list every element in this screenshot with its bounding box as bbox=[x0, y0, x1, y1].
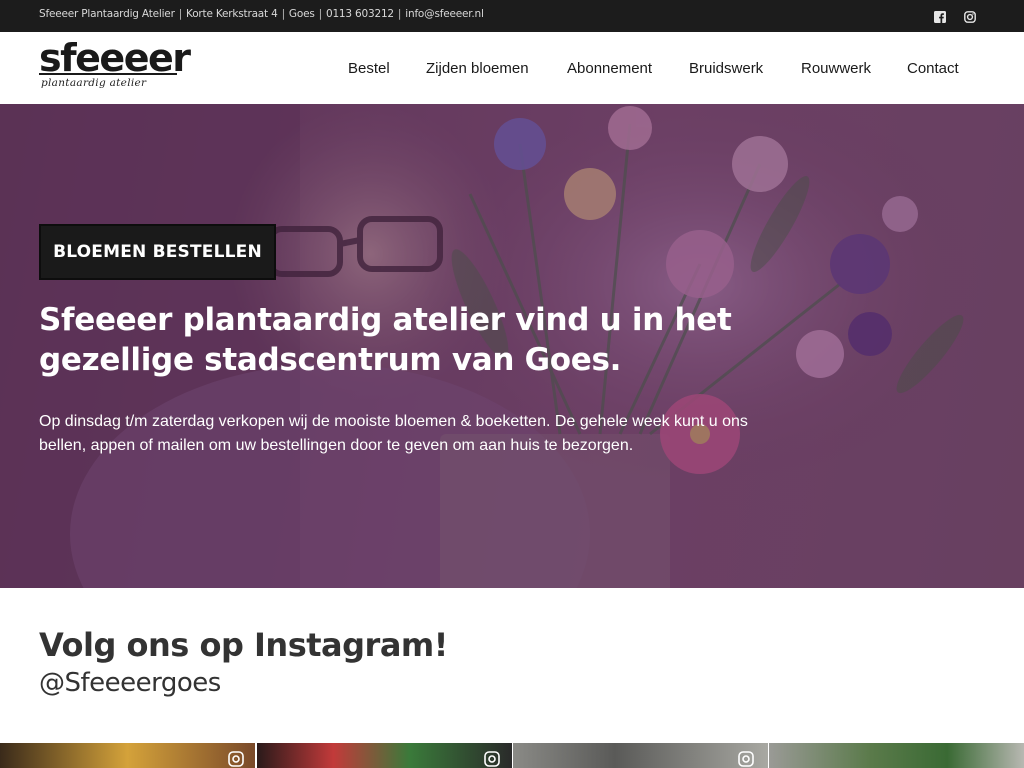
company-name: Sfeeeer Plantaardig Atelier bbox=[39, 8, 175, 20]
city: Goes bbox=[288, 8, 315, 20]
email-link[interactable]: info@sfeeeer.nl bbox=[405, 8, 484, 20]
instagram-icon bbox=[484, 751, 500, 767]
instagram-feed bbox=[0, 743, 1024, 768]
site-header: sfeeeer plantaardig atelier Bestel Zijde… bbox=[0, 32, 1024, 104]
hero-section: BLOEMEN BESTELLEN Sfeeeer plantaardig at… bbox=[0, 104, 1024, 588]
instagram-handle[interactable]: @Sfeeeergoes bbox=[39, 668, 221, 698]
main-nav: Bestel Zijden bloemen Abonnement Bruidsw… bbox=[0, 60, 1024, 80]
nav-item-rouwwerk[interactable]: Rouwwerk bbox=[801, 60, 871, 77]
nav-item-bestel[interactable]: Bestel bbox=[348, 60, 390, 77]
hero-title: Sfeeeer plantaardig atelier vind u in he… bbox=[39, 302, 732, 378]
instagram-icon[interactable] bbox=[964, 10, 976, 23]
instagram-title: Volg ons op Instagram! bbox=[39, 626, 448, 664]
nav-item-zijden-bloemen[interactable]: Zijden bloemen bbox=[426, 60, 529, 77]
instagram-post[interactable] bbox=[513, 743, 768, 768]
contact-info: Sfeeeer Plantaardig Atelier | Korte Kerkst… bbox=[39, 8, 484, 20]
top-bar: Sfeeeer Plantaardig Atelier | Korte Kerkst… bbox=[0, 0, 1024, 32]
instagram-icon bbox=[738, 751, 754, 767]
phone-link[interactable]: 0113 603212 bbox=[326, 8, 394, 20]
nav-item-bruidswerk[interactable]: Bruidswerk bbox=[689, 60, 763, 77]
instagram-post[interactable] bbox=[0, 743, 255, 768]
instagram-post[interactable] bbox=[257, 743, 512, 768]
facebook-icon[interactable] bbox=[934, 10, 946, 23]
nav-item-contact[interactable]: Contact bbox=[907, 60, 959, 77]
order-flowers-button[interactable]: BLOEMEN BESTELLEN bbox=[39, 224, 276, 280]
instagram-post[interactable] bbox=[769, 743, 1024, 768]
instagram-icon bbox=[228, 751, 244, 767]
address: Korte Kerkstraat 4 bbox=[186, 8, 278, 20]
nav-item-abonnement[interactable]: Abonnement bbox=[567, 60, 652, 77]
hero-text: Op dinsdag t/m zaterdag verkopen wij de … bbox=[39, 413, 748, 454]
